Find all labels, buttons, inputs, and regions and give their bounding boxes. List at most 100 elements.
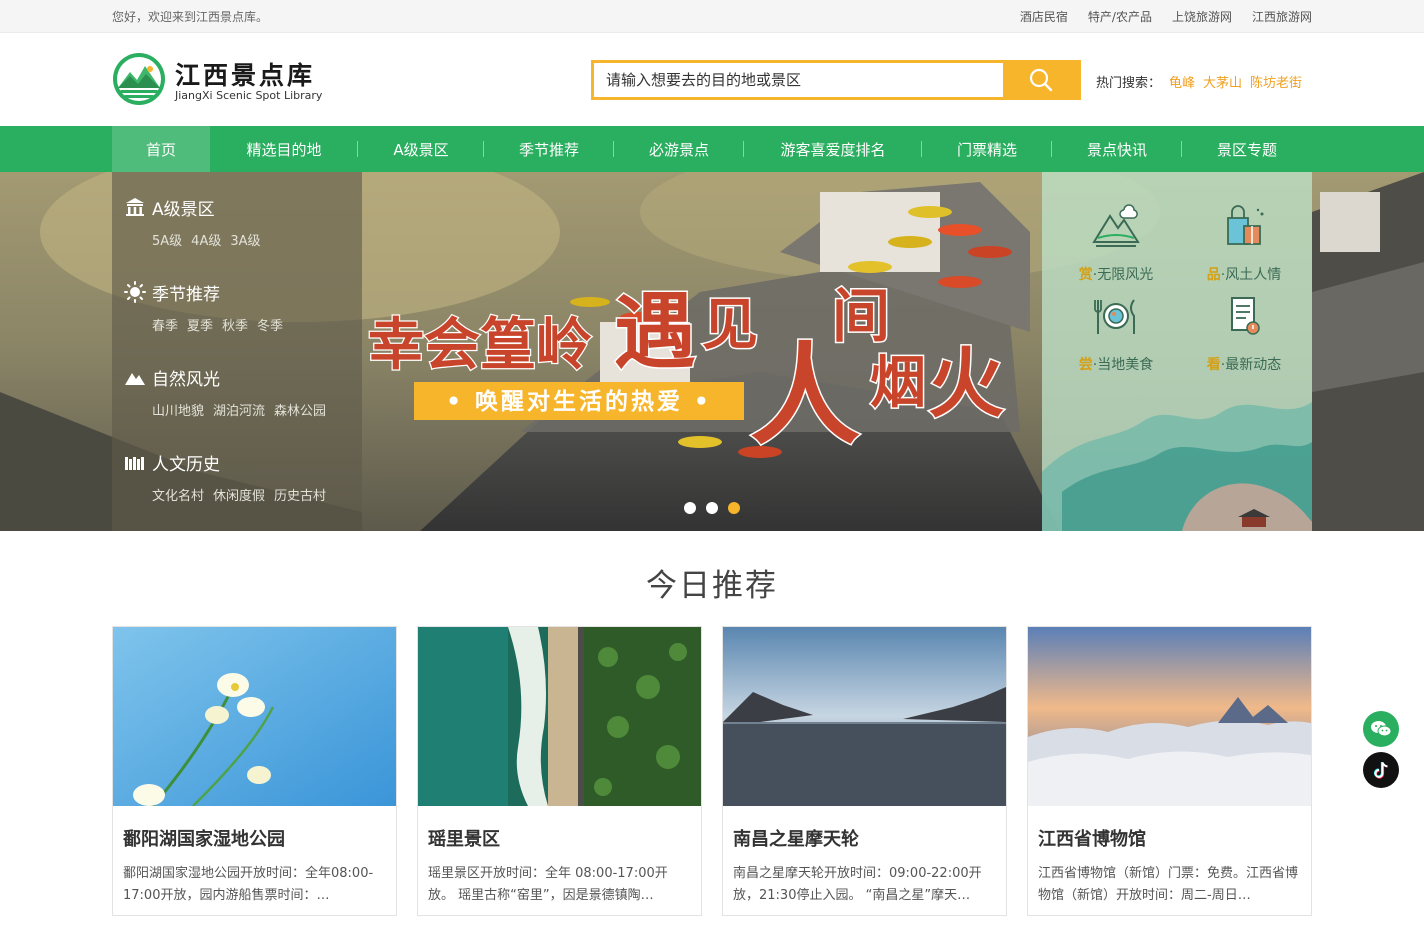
category-title[interactable]: 季节推荐 xyxy=(124,279,283,305)
banner-tagline: • 唤醒对生活的热爱 • xyxy=(446,388,711,415)
nav-item-label: A级景区 xyxy=(393,140,449,159)
recommend-card[interactable]: 江西省博物馆 江西省博物馆（新馆）门票：免费。江西省博物馆（新馆）开放时间：周二… xyxy=(1027,626,1312,916)
category-sub-link[interactable]: 历史古村 xyxy=(274,485,326,504)
card-description: 江西省博物馆（新馆）门票：免费。江西省博物馆（新馆）开放时间：周二-周日… xyxy=(1038,866,1299,903)
hot-keyword[interactable]: 陈坊老街 xyxy=(1250,76,1302,91)
headline-char: 火 xyxy=(928,339,1004,428)
category-title[interactable]: A级景区 xyxy=(124,194,261,220)
category-title-label: 季节推荐 xyxy=(152,284,220,305)
tiktok-button[interactable] xyxy=(1363,752,1399,788)
hot-keyword[interactable]: 龟峰 xyxy=(1169,76,1195,91)
wechat-button[interactable] xyxy=(1363,711,1399,747)
search-input[interactable] xyxy=(594,63,1006,97)
landscape-icon xyxy=(1092,204,1140,247)
nav-item-home[interactable]: 首页 xyxy=(112,126,210,172)
nav-item-ranking[interactable]: 游客喜爱度排名 xyxy=(744,126,922,172)
carousel-dot[interactable] xyxy=(706,502,718,514)
food-icon xyxy=(1094,299,1135,334)
promo-panel: 赏·无限风光 品·风土人情 尝·当地美食 看·最新动态 xyxy=(1042,172,1312,531)
category-sub-link[interactable]: 春季 xyxy=(152,315,178,334)
hot-search: 热门搜索： 龟峰 大茅山 陈坊老街 xyxy=(1096,72,1302,91)
top-link-jiangxi[interactable]: 江西旅游网 xyxy=(1252,8,1312,25)
carousel-dot[interactable] xyxy=(684,502,696,514)
promo-customs[interactable]: 品·风土人情 xyxy=(1184,204,1304,284)
nav-item-must-visit[interactable]: 必游景点 xyxy=(614,126,744,172)
recommend-card[interactable]: 南昌之星摩天轮 南昌之星摩天轮开放时间：09:00-22:00开放，21:30停… xyxy=(722,626,1007,916)
nav-item-a-level[interactable]: A级景区 xyxy=(358,126,484,172)
main-nav: 首页 精选目的地 A级景区 季节推荐 必游景点 游客喜爱度排名 门票精选 景点快… xyxy=(0,126,1424,172)
category-sub-link[interactable]: 森林公园 xyxy=(274,400,326,419)
building-icon xyxy=(126,198,144,216)
top-link-hotels[interactable]: 酒店民宿 xyxy=(1020,8,1068,25)
category-sub-link[interactable]: 秋季 xyxy=(222,315,248,334)
welcome-text: 您好，欢迎来到江西景点库。 xyxy=(112,10,269,24)
category-title-label: A级景区 xyxy=(152,199,215,220)
card-image-ferris-wheel xyxy=(723,627,1006,806)
top-link-specialties[interactable]: 特产/农产品 xyxy=(1088,8,1152,25)
shopping-bag-icon xyxy=(1227,205,1264,245)
nav-item-label: 必游景点 xyxy=(648,140,709,159)
card-title: 瑶里景区 xyxy=(428,829,500,850)
carousel-dot-active[interactable] xyxy=(728,502,740,514)
category-nature: 自然风光 山川地貌 湖泊河流 森林公园 xyxy=(124,364,326,419)
nav-item-label: 精选目的地 xyxy=(246,140,322,159)
category-sub-link[interactable]: 文化名村 xyxy=(152,485,204,504)
tiktok-icon xyxy=(1373,762,1388,779)
promo-key: 看 xyxy=(1206,357,1221,373)
nav-item-label: 游客喜爱度排名 xyxy=(780,140,886,159)
category-title[interactable]: 人文历史 xyxy=(124,449,326,475)
category-sub-link[interactable]: 夏季 xyxy=(187,315,213,334)
card-description: 瑶里景区开放时间：全年 08:00-17:00开放。 瑶里古称“窑里”，因是景德… xyxy=(428,866,668,903)
promo-scenery[interactable]: 赏·无限风光 xyxy=(1056,204,1176,284)
sun-icon xyxy=(124,281,146,303)
nav-item-seasons[interactable]: 季节推荐 xyxy=(484,126,614,172)
category-sub-link[interactable]: 3A级 xyxy=(230,230,260,249)
hero-banner[interactable]: 幸会篁岭 遇 见 人 间 烟 火 • 唤醒对生活的热爱 • A级景区 5A级 4… xyxy=(0,172,1424,531)
news-icon xyxy=(1231,297,1260,335)
banner-headline: 幸会篁岭 遇 见 人 间 烟 火 • 唤醒对生活的热爱 • xyxy=(367,281,1006,462)
category-sub-link[interactable]: 湖泊河流 xyxy=(213,400,265,419)
logo-title: 江西景点库 xyxy=(175,61,316,90)
card-description: 鄱阳湖国家湿地公园开放时间：全年08:00-17:00开放，园内游船售票时间：… xyxy=(123,866,374,903)
category-sub-link[interactable]: 冬季 xyxy=(257,315,283,334)
card-title: 江西省博物馆 xyxy=(1038,829,1146,850)
nav-item-label: 门票精选 xyxy=(956,140,1017,159)
carousel-dots xyxy=(684,502,740,514)
archive-icon xyxy=(125,457,144,470)
recommend-card[interactable]: 鄱阳湖国家湿地公园 鄱阳湖国家湿地公园开放时间：全年08:00-17:00开放，… xyxy=(112,626,397,916)
promo-key: 赏 xyxy=(1078,267,1093,283)
category-sub-link[interactable]: 休闲度假 xyxy=(213,485,265,504)
nav-item-topics[interactable]: 景区专题 xyxy=(1182,126,1312,172)
card-description: 南昌之星摩天轮开放时间：09:00-22:00开放，21:30停止入园。 “南昌… xyxy=(733,866,982,903)
category-sub-link[interactable]: 5A级 xyxy=(152,230,182,249)
category-title-label: 自然风光 xyxy=(152,369,220,390)
search-box xyxy=(591,60,1081,100)
nav-item-destinations[interactable]: 精选目的地 xyxy=(210,126,358,172)
nav-item-label: 首页 xyxy=(145,140,176,159)
headline-left: 幸会篁岭 xyxy=(368,312,592,378)
promo-key: 品 xyxy=(1206,267,1221,283)
wechat-icon xyxy=(1371,721,1392,737)
promo-news[interactable]: 看·最新动态 xyxy=(1184,294,1304,374)
category-title[interactable]: 自然风光 xyxy=(124,364,326,390)
category-sub-link[interactable]: 山川地貌 xyxy=(152,400,204,419)
promo-label: ·最新动态 xyxy=(1220,357,1282,373)
nav-item-label: 季节推荐 xyxy=(518,140,579,159)
nav-item-news[interactable]: 景点快讯 xyxy=(1052,126,1182,172)
top-link-shangrao[interactable]: 上饶旅游网 xyxy=(1172,8,1232,25)
card-image-museum xyxy=(1028,627,1311,806)
category-sub-link[interactable]: 4A级 xyxy=(191,230,221,249)
headline-char: 遇 xyxy=(614,284,696,380)
nav-item-tickets[interactable]: 门票精选 xyxy=(922,126,1052,172)
nav-item-label: 景区专题 xyxy=(1216,140,1277,159)
promo-key: 尝 xyxy=(1078,357,1093,373)
category-title-label: 人文历史 xyxy=(152,454,220,475)
logo-subtitle: JiangXi Scenic Spot Library xyxy=(175,89,323,102)
recommend-card[interactable]: 瑶里景区 瑶里景区开放时间：全年 08:00-17:00开放。 瑶里古称“窑里”… xyxy=(417,626,702,916)
site-logo[interactable]: 江西景点库 JiangXi Scenic Spot Library xyxy=(112,52,332,108)
promo-food[interactable]: 尝·当地美食 xyxy=(1056,294,1176,374)
top-links: 酒店民宿 特产/农产品 上饶旅游网 江西旅游网 xyxy=(1020,8,1312,25)
search-button[interactable] xyxy=(1003,63,1078,97)
headline-char: 人 xyxy=(750,331,860,460)
hot-keyword[interactable]: 大茅山 xyxy=(1203,76,1242,91)
